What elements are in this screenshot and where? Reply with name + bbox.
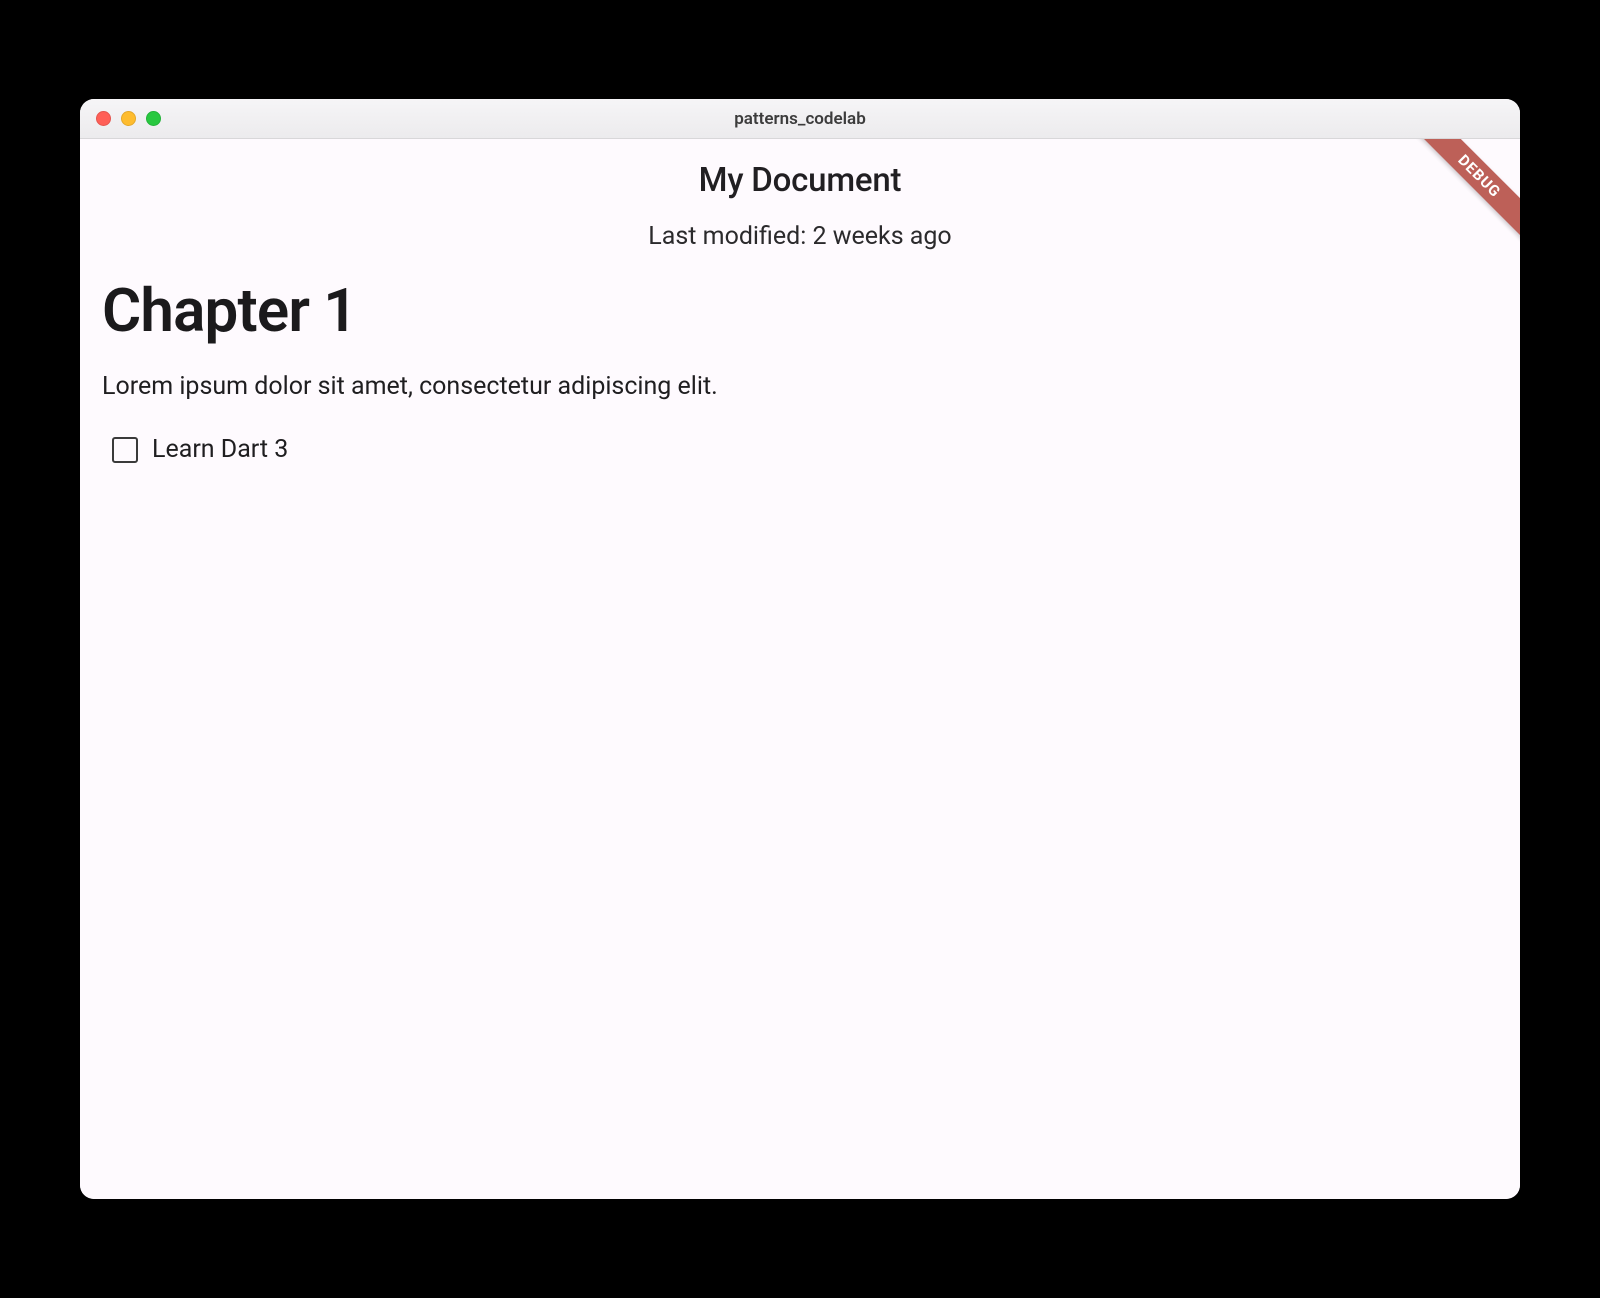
window-controls: [96, 111, 161, 126]
app-window: patterns_codelab DEBUG My Document Last …: [80, 99, 1520, 1199]
document-body: Chapter 1 Lorem ipsum dolor sit amet, co…: [80, 251, 1520, 464]
checkbox-label: Learn Dart 3: [152, 435, 288, 464]
titlebar: patterns_codelab: [80, 99, 1520, 139]
checkbox-icon[interactable]: [112, 437, 138, 463]
last-modified-label: Last modified: 2 weeks ago: [80, 222, 1520, 251]
checkbox-item[interactable]: Learn Dart 3: [102, 435, 1498, 464]
page-title: My Document: [80, 161, 1520, 200]
app-content: DEBUG My Document Last modified: 2 weeks…: [80, 139, 1520, 1199]
document-header: My Document Last modified: 2 weeks ago: [80, 139, 1520, 251]
minimize-icon[interactable]: [121, 111, 136, 126]
chapter-heading: Chapter 1: [102, 275, 1498, 346]
maximize-icon[interactable]: [146, 111, 161, 126]
window-title: patterns_codelab: [734, 109, 866, 129]
close-icon[interactable]: [96, 111, 111, 126]
paragraph-text: Lorem ipsum dolor sit amet, consectetur …: [102, 372, 1498, 401]
